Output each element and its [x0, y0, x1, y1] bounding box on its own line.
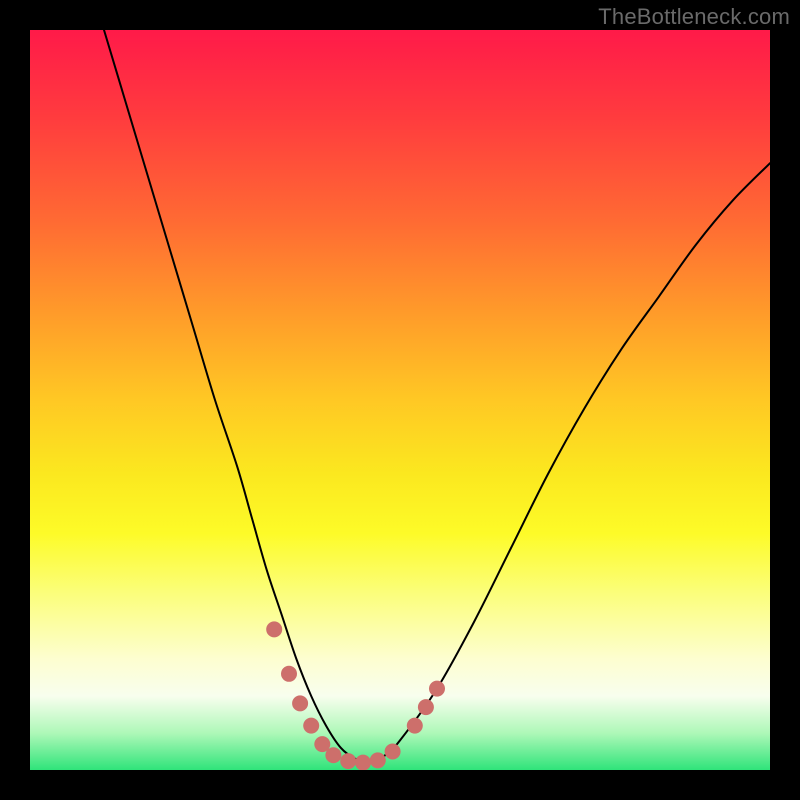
data-marker — [303, 718, 319, 734]
data-marker — [407, 718, 423, 734]
data-marker — [429, 681, 445, 697]
data-marker — [418, 699, 434, 715]
watermark-text: TheBottleneck.com — [598, 4, 790, 30]
chart-frame: TheBottleneck.com — [0, 0, 800, 800]
data-marker — [292, 695, 308, 711]
data-marker — [370, 752, 386, 768]
curve-svg — [30, 30, 770, 770]
marker-group — [266, 621, 445, 770]
data-marker — [266, 621, 282, 637]
data-marker — [340, 753, 356, 769]
data-marker — [281, 666, 297, 682]
data-marker — [385, 744, 401, 760]
data-marker — [355, 755, 371, 770]
data-marker — [325, 747, 341, 763]
bottleneck-curve — [104, 30, 770, 763]
plot-area — [30, 30, 770, 770]
